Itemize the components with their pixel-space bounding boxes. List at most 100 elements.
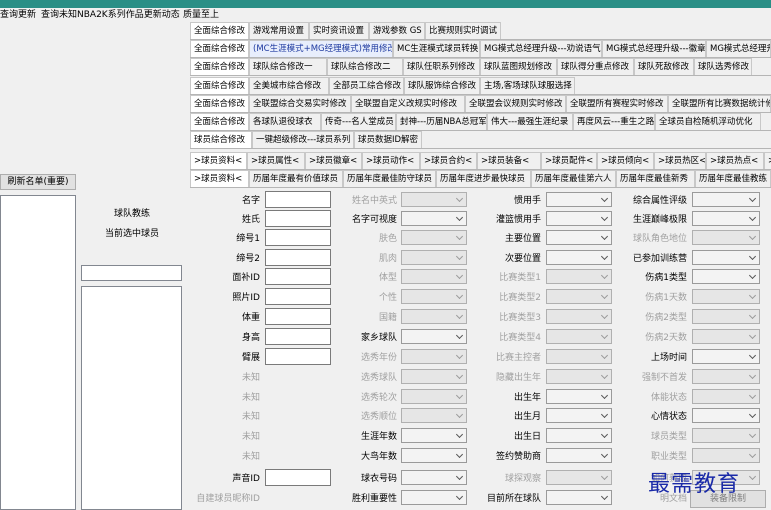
field-input-c1-7[interactable] (265, 328, 331, 345)
field-combo-c4-8[interactable] (692, 349, 760, 364)
field-combo-c3-9[interactable] (546, 369, 612, 384)
field-input-c1-6[interactable] (265, 308, 331, 325)
tab-r4-c3[interactable]: 全联盟会议规则实时修改 (465, 95, 566, 112)
tab-r4-c0[interactable]: 全面综合修改 (190, 95, 249, 112)
field-combo-c2-11[interactable] (401, 408, 467, 423)
tab-r0-c4[interactable]: 比赛规则实时调试 (425, 22, 501, 39)
field-combo-c3-7[interactable] (546, 329, 612, 344)
field-combo-c4-11[interactable] (692, 408, 760, 423)
field-combo-c3-13[interactable] (546, 448, 612, 463)
tab-r3-c0[interactable]: 全面综合修改 (190, 77, 249, 94)
field-input-c1-4[interactable] (265, 268, 331, 285)
field-combo-c2-1[interactable] (401, 211, 467, 226)
tab-r5-c6[interactable]: 全球员自检随机浮动优化 (655, 113, 761, 130)
tab-r2-c3[interactable]: 球队任职系列修改 (403, 58, 480, 75)
field-combo-c3-10[interactable] (546, 389, 612, 404)
tab-r7-c10[interactable]: >球员数据 (764, 152, 771, 169)
tab-r5-c4[interactable]: 伟大---最强生涯纪录 (487, 113, 573, 130)
field-combo-c4-9[interactable] (692, 369, 760, 384)
field-combo-c2-6[interactable] (401, 309, 467, 324)
tab-r4-c5[interactable]: 全联盟所有比赛数据统计修改 (668, 95, 771, 112)
field-combo-c4-4[interactable] (692, 269, 760, 284)
tab-r6-c1[interactable]: 一键超级修改---球员系列 (252, 131, 354, 148)
tab-r2-c0[interactable]: 全面综合修改 (190, 58, 249, 75)
tab-r8-c5[interactable]: 历届年度最佳新秀 (616, 170, 695, 187)
field-combo-c2-14[interactable] (401, 470, 467, 485)
tab-r2-c7[interactable]: 球队选秀修改 (694, 58, 752, 75)
tab-r0-c1[interactable]: 游戏常用设置 (249, 22, 309, 39)
tab-r4-c1[interactable]: 全联盟综合交易实时修改 (249, 95, 351, 112)
field-combo-c3-12[interactable] (546, 428, 612, 443)
field-combo-c2-15[interactable] (401, 490, 467, 505)
field-combo-c2-12[interactable] (401, 428, 467, 443)
field-combo-c4-7[interactable] (692, 329, 760, 344)
field-combo-c3-4[interactable] (546, 269, 612, 284)
tab-r0-c3[interactable]: 游戏参数 GS (369, 22, 425, 39)
field-combo-c2-3[interactable] (401, 250, 467, 265)
field-combo-c4-0[interactable] (692, 192, 760, 207)
tab-r5-c5[interactable]: 再度风云---重生之路 (573, 113, 655, 130)
field-combo-c4-1[interactable] (692, 211, 760, 226)
roster-list[interactable] (0, 195, 76, 510)
tab-r3-c4[interactable]: 主场,客场球队球服选择 (480, 77, 575, 94)
field-combo-c3-3[interactable] (546, 250, 612, 265)
tab-r0-c0[interactable]: 全面综合修改 (190, 22, 249, 39)
tab-r7-c2[interactable]: >球员徽章< (305, 152, 362, 169)
tab-r7-c9[interactable]: >球员热点< (706, 152, 764, 169)
tab-r6-c2[interactable]: 球员数据ID解密 (354, 131, 422, 148)
tab-r7-c0[interactable]: >球员资料< (190, 152, 247, 169)
field-input-c1-8[interactable] (265, 348, 331, 365)
tab-r1-c5[interactable]: MG模式总经理升 (706, 40, 771, 57)
tab-r7-c5[interactable]: >球员装备< (477, 152, 541, 169)
field-combo-c3-14[interactable] (546, 470, 612, 485)
tab-r1-c1[interactable]: (MC生涯模式+MG经理模式)常用修改 (249, 40, 393, 57)
tab-r3-c2[interactable]: 全部员工综合修改 (329, 77, 404, 94)
field-combo-c3-11[interactable] (546, 408, 612, 423)
player-list[interactable] (81, 286, 182, 510)
field-combo-c4-2[interactable] (692, 230, 760, 245)
tab-r8-c0[interactable]: >球员资料< (190, 170, 249, 187)
tab-r8-c2[interactable]: 历届年度最佳防守球员 (343, 170, 436, 187)
field-combo-c4-6[interactable] (692, 309, 760, 324)
tab-r8-c6[interactable]: 历届年度最佳教练 (695, 170, 771, 187)
tab-r2-c5[interactable]: 球队得分重点修改 (557, 58, 634, 75)
field-input-c1-3[interactable] (265, 249, 331, 266)
tab-r6-c0[interactable]: 球员综合修改 (190, 131, 252, 148)
field-combo-c3-8[interactable] (546, 349, 612, 364)
tab-r5-c1[interactable]: 各球队退役球衣 (249, 113, 321, 130)
field-input-c1-14[interactable] (265, 469, 331, 486)
tab-r7-c8[interactable]: >球员热区< (654, 152, 706, 169)
field-combo-c2-5[interactable] (401, 289, 467, 304)
field-combo-c3-0[interactable] (546, 192, 612, 207)
field-combo-c4-13[interactable] (692, 448, 760, 463)
field-combo-c2-0[interactable] (401, 192, 467, 207)
field-combo-c4-12[interactable] (692, 428, 760, 443)
tab-r1-c3[interactable]: MG模式总经理升级---劝说语气 (480, 40, 602, 57)
tab-r5-c2[interactable]: 传奇---名人堂成员 (321, 113, 396, 130)
field-combo-c3-5[interactable] (546, 289, 612, 304)
tab-r2-c1[interactable]: 球队综合修改一 (249, 58, 327, 75)
tab-r8-c3[interactable]: 历届年度进步最快球员 (436, 170, 531, 187)
tab-r7-c1[interactable]: >球员属性< (247, 152, 305, 169)
tab-r0-c2[interactable]: 实时资讯设置 (309, 22, 369, 39)
tab-r2-c2[interactable]: 球队综合修改二 (327, 58, 403, 75)
field-combo-c3-6[interactable] (546, 309, 612, 324)
field-combo-c3-2[interactable] (546, 230, 612, 245)
tab-r1-c0[interactable]: 全面综合修改 (190, 40, 249, 57)
tab-r7-c4[interactable]: >球员合约< (420, 152, 477, 169)
field-combo-c3-15[interactable] (546, 490, 612, 505)
tab-r7-c6[interactable]: >球员配件< (541, 152, 597, 169)
field-combo-c2-2[interactable] (401, 230, 467, 245)
field-combo-c4-10[interactable] (692, 389, 760, 404)
tab-r1-c4[interactable]: MG模式总经理升级---徽章 (602, 40, 706, 57)
field-combo-c3-1[interactable] (546, 211, 612, 226)
field-combo-c2-13[interactable] (401, 448, 467, 463)
tab-r3-c3[interactable]: 球队服饰综合修改 (404, 77, 480, 94)
field-input-c1-0[interactable] (265, 191, 331, 208)
tab-r5-c3[interactable]: 封神---历届NBA总冠军 (396, 113, 487, 130)
tab-r4-c2[interactable]: 全联盟自定义改规实时修改 (351, 95, 465, 112)
tab-r8-c1[interactable]: 历届年度最有价值球员 (249, 170, 343, 187)
tab-r2-c4[interactable]: 球队蓝图规划修改 (480, 58, 557, 75)
tab-r7-c3[interactable]: >球员动作< (362, 152, 420, 169)
field-input-c1-2[interactable] (265, 229, 331, 246)
